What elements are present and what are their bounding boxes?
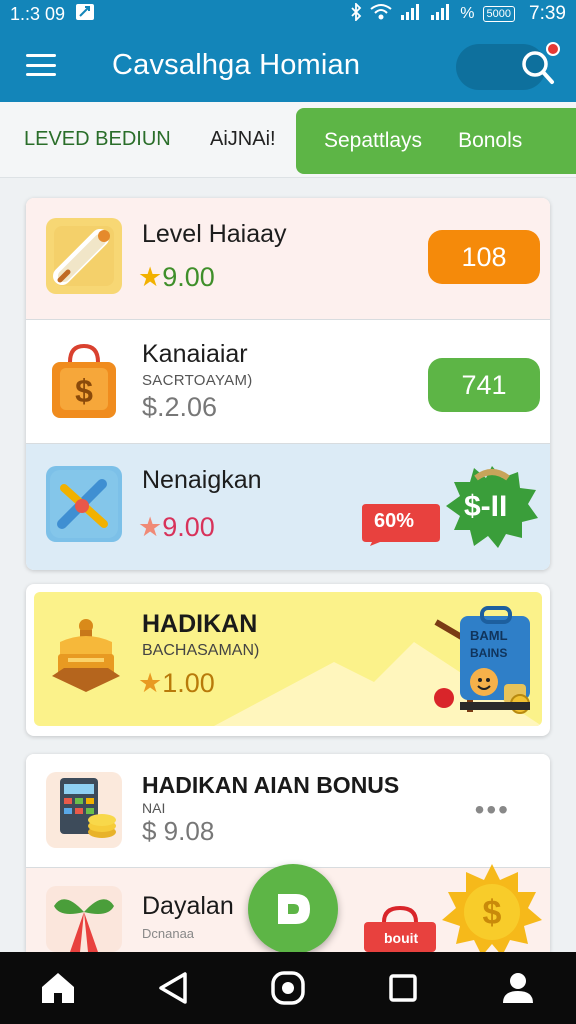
- bottom-nav: [0, 952, 576, 1024]
- profile-icon[interactable]: [496, 966, 540, 1010]
- signal-icon-2: [430, 3, 452, 26]
- list-item[interactable]: Nenaigkan ★9.00 60% $-II: [26, 444, 550, 570]
- crossed-tools-icon: [46, 466, 122, 542]
- list-item[interactable]: Level Haiaay ★9.00 108: [26, 198, 550, 320]
- more-dots-icon[interactable]: •••: [475, 796, 510, 824]
- signal-icon: [400, 3, 422, 26]
- notification-badge: [546, 42, 560, 56]
- item-subtitle: NAI: [142, 800, 166, 816]
- promo-card[interactable]: HADIKAN BACHASAMAN) ★1.00 BAML BAINS: [26, 584, 550, 736]
- app-bar: Cavsalhga Homian: [0, 28, 576, 102]
- tab-group-green: Sepattlays Bonols: [296, 108, 576, 174]
- home-circle-icon[interactable]: [266, 966, 310, 1010]
- app-title: Cavsalhga Homian: [112, 48, 361, 81]
- promo-price-value: 1.00: [162, 668, 215, 698]
- cashback-label: $-II: [464, 490, 508, 523]
- tab-all[interactable]: AiJNAi!: [210, 128, 276, 151]
- battery-percent: %: [460, 5, 475, 22]
- item-title: Level Haiaay: [142, 220, 287, 248]
- hamburger-menu-icon[interactable]: [26, 54, 56, 76]
- search-area: [456, 36, 576, 94]
- shopping-bag-dollar-icon: $: [46, 340, 122, 418]
- promo-art-label-1: BAML: [470, 628, 508, 643]
- item-title: HADIKAN AIAN BONUS: [142, 772, 400, 798]
- item-title: Nenaigkan: [142, 466, 262, 494]
- bag-label: bouit: [384, 930, 419, 946]
- item-price: $ 9.08: [142, 816, 215, 846]
- status-time-left: 1.:3 09: [10, 3, 66, 24]
- item-price-value: 9.00: [162, 512, 215, 542]
- item-price: ★9.00: [138, 262, 215, 293]
- wifi-icon: [370, 3, 392, 26]
- tab-bar: LEVED BEDIUN AiJNAi! Sepattlays Bonols: [0, 102, 576, 178]
- gift-bow-icon: [46, 886, 122, 952]
- promo-art: BAML BAINS: [430, 602, 546, 718]
- gold-coin-icon[interactable]: $: [440, 862, 544, 952]
- shopping-bag-icon[interactable]: bouit: [360, 905, 440, 952]
- item-subtitle: Dcnanaa: [142, 926, 195, 941]
- notification-icon: [75, 3, 95, 26]
- cashback-burst[interactable]: $-II: [442, 464, 542, 552]
- badge-button[interactable]: 741: [428, 358, 540, 412]
- star-icon: ★: [138, 262, 163, 292]
- status-clock: 7:39: [529, 3, 566, 24]
- item-price: ★9.00: [138, 512, 215, 543]
- badge-button[interactable]: 108: [428, 230, 540, 284]
- discount-label: 60%: [374, 510, 415, 532]
- svg-text:$: $: [75, 373, 93, 409]
- item-title: Dayalan: [142, 892, 234, 920]
- promo-price: ★1.00: [138, 668, 215, 699]
- promo-subtitle: BACHASAMAN): [142, 642, 260, 659]
- promo-art-label-2: BAINS: [470, 646, 508, 660]
- star-icon: ★: [138, 668, 163, 698]
- home-icon[interactable]: [36, 966, 80, 1010]
- tab-bonus[interactable]: Bonols: [458, 129, 522, 153]
- promo-title: HADIKAN: [142, 610, 258, 638]
- list-item[interactable]: HADIKAN AIAN BONUS NAI $ 9.08 •••: [26, 754, 550, 868]
- discount-tag[interactable]: 60%: [360, 500, 442, 546]
- offers-card: Level Haiaay ★9.00 108 $ Kanaiaiar SACRT…: [26, 198, 550, 570]
- recents-square-icon[interactable]: [381, 966, 425, 1010]
- item-title: Kanaiaiar: [142, 340, 248, 368]
- star-icon: ★: [138, 512, 163, 542]
- item-price-value: 9.00: [162, 262, 215, 292]
- fab-button[interactable]: D: [248, 864, 338, 954]
- item-price: $.2.06: [142, 392, 218, 422]
- tab-level[interactable]: LEVED BEDIUN: [24, 128, 171, 151]
- item-subtitle: SACRTOAYAM): [142, 372, 253, 389]
- status-bar: 1.:3 09 % 5000 7:39: [0, 0, 576, 28]
- treasure-chest-icon: [48, 612, 124, 696]
- list-item[interactable]: $ Kanaiaiar SACRTOAYAM) $.2.06 741: [26, 320, 550, 444]
- back-triangle-icon[interactable]: [151, 966, 195, 1010]
- battery-icon: 5000: [482, 6, 516, 22]
- rolled-scroll-icon: [46, 218, 122, 294]
- svg-text:$: $: [483, 894, 502, 932]
- tab-specials[interactable]: Sepattlays: [324, 129, 422, 153]
- bluetooth-icon: [350, 1, 362, 25]
- calculator-coins-icon: [46, 772, 122, 848]
